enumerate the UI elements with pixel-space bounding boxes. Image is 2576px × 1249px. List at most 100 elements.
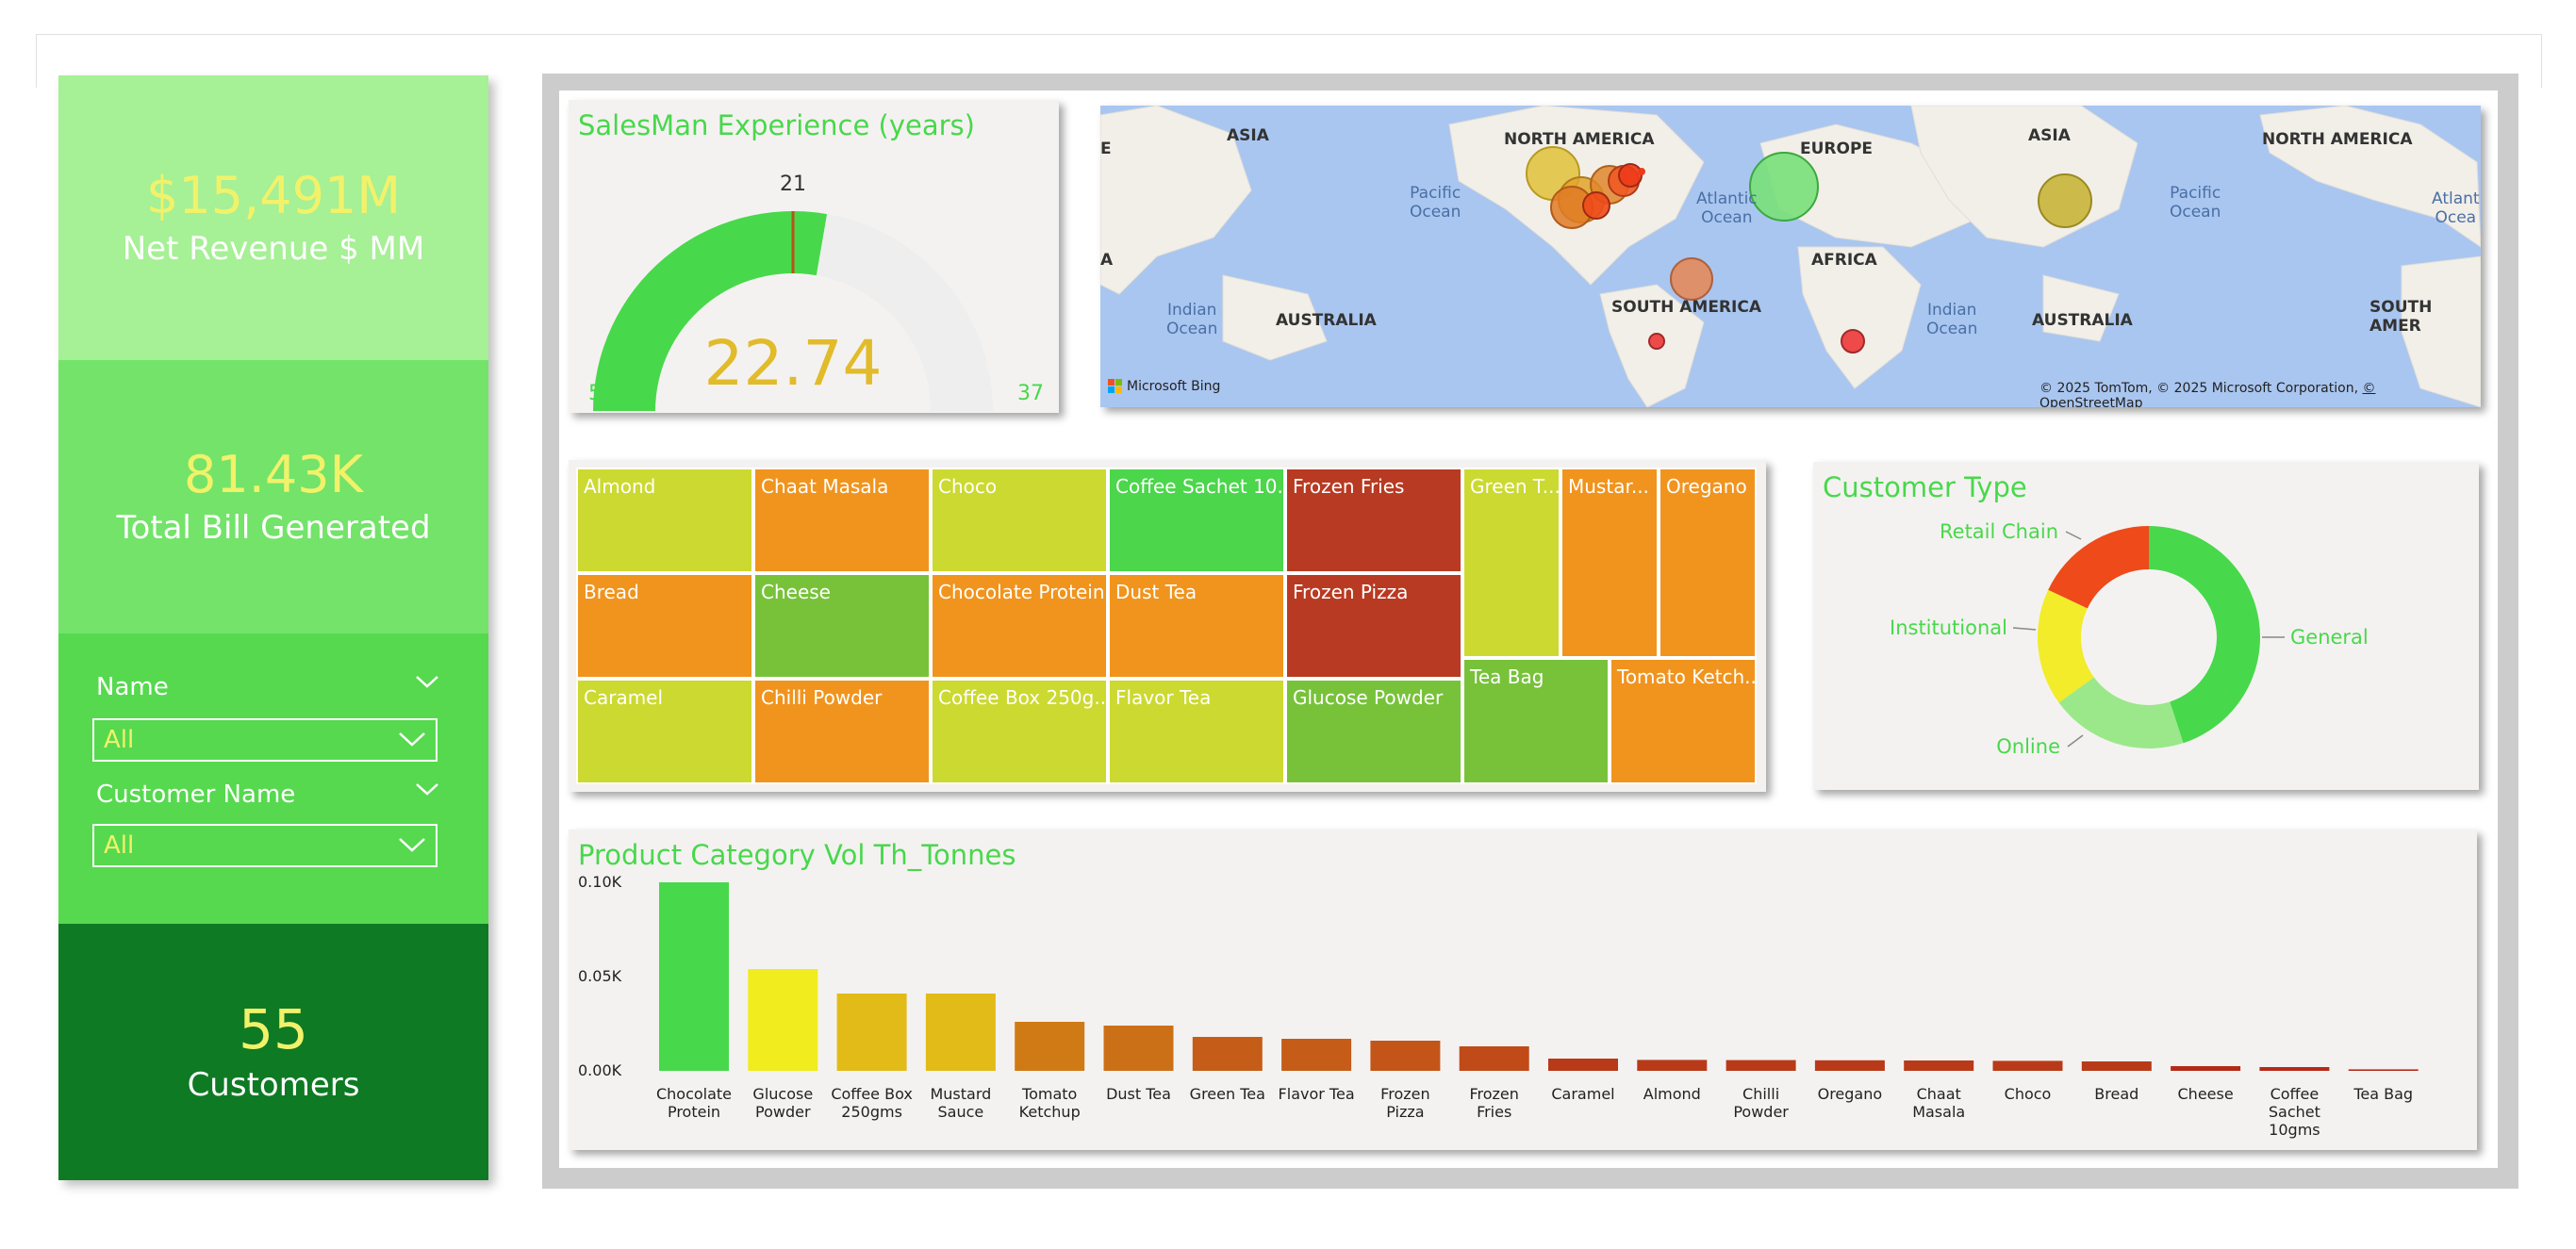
customers-label: Customers bbox=[187, 1065, 360, 1104]
x-tick-label: Frozen Fries bbox=[1469, 1085, 1518, 1121]
gauge-max: 37 bbox=[1017, 382, 1044, 405]
bar[interactable] bbox=[2081, 1061, 2152, 1071]
x-tick-label: Chocolate Protein bbox=[656, 1085, 732, 1121]
treemap-cell[interactable]: Chilli Powder bbox=[753, 679, 931, 784]
bar[interactable] bbox=[2171, 1066, 2241, 1071]
product-volume-chart: 0.00K 0.05K 0.10K Chocolate Protein Glucose Po… bbox=[578, 873, 2419, 1139]
treemap-cell[interactable]: Almond bbox=[576, 468, 753, 573]
map-copyright: © 2025 TomTom, © 2025 Microsoft Corporat… bbox=[2039, 381, 2481, 407]
bing-attribution: Microsoft Bing bbox=[1108, 379, 1220, 394]
continent-label: NORTH AMERICA bbox=[2262, 130, 2413, 149]
x-tick-label: Oregano bbox=[1818, 1085, 1883, 1103]
treemap-cell[interactable]: Glucose Powder bbox=[1285, 679, 1462, 784]
continent-label: SOUTH AMERICA bbox=[1611, 298, 1761, 317]
bar[interactable] bbox=[1726, 1060, 1796, 1071]
customer-type-tile[interactable]: Customer Type General Online Institutional… bbox=[1813, 462, 2479, 790]
treemap-cell[interactable]: Dust Tea bbox=[1108, 573, 1285, 679]
chevron-down-icon bbox=[398, 832, 426, 859]
gauge-tile[interactable]: SalesMan Experience (years) 21 22.74 5 3… bbox=[569, 100, 1059, 413]
x-tick-label: Frozen Pizza bbox=[1380, 1085, 1429, 1121]
name-dropdown-value: All bbox=[104, 726, 135, 754]
net-revenue-card: $15,491M Net Revenue $ MM bbox=[58, 75, 488, 360]
treemap-cell[interactable]: Chaat Masala bbox=[753, 468, 931, 573]
continent-label: E bbox=[1100, 140, 1112, 158]
continent-label: AUSTRALIA bbox=[2032, 311, 2133, 330]
continent-label: ASIA bbox=[2028, 126, 2071, 145]
treemap-cell[interactable]: Oregano bbox=[1659, 468, 1757, 658]
bar[interactable] bbox=[1281, 1039, 1352, 1071]
bar[interactable] bbox=[1548, 1059, 1618, 1071]
continent-label: A bbox=[1100, 251, 1114, 270]
bar[interactable] bbox=[1459, 1046, 1529, 1071]
bar[interactable] bbox=[1992, 1060, 2063, 1071]
treemap-cell[interactable]: Choco bbox=[931, 468, 1108, 573]
name-dropdown[interactable]: All bbox=[92, 718, 438, 762]
location-bubble bbox=[1638, 168, 1645, 175]
donut-slice-retail-chain[interactable] bbox=[2048, 526, 2149, 609]
x-tick-label: Cheese bbox=[2178, 1085, 2234, 1103]
treemap-cell[interactable]: Coffee Box 250g... bbox=[931, 679, 1108, 784]
world-map[interactable] bbox=[1100, 106, 2481, 407]
treemap-cell[interactable]: Flavor Tea bbox=[1108, 679, 1285, 784]
ocean-label: Indian Ocean bbox=[1166, 301, 1218, 338]
treemap-cell[interactable]: Frozen Fries bbox=[1285, 468, 1462, 573]
bar[interactable] bbox=[836, 994, 907, 1071]
customers-card: 55 Customers bbox=[58, 924, 488, 1180]
x-tick-label: Bread bbox=[2094, 1085, 2138, 1103]
y-tick-label: 0.05K bbox=[578, 967, 622, 985]
bar[interactable] bbox=[1814, 1060, 1885, 1071]
treemap-cell[interactable]: Frozen Pizza bbox=[1285, 573, 1462, 679]
y-tick-label: 0.10K bbox=[578, 873, 622, 891]
bar[interactable] bbox=[1192, 1037, 1263, 1071]
chevron-down-icon[interactable] bbox=[415, 779, 439, 802]
bar[interactable] bbox=[748, 969, 818, 1071]
customers-value: 55 bbox=[239, 997, 308, 1062]
treemap-cell[interactable]: Mustar... bbox=[1560, 468, 1659, 658]
gauge-chart: 21 22.74 5 37 bbox=[588, 173, 1044, 411]
x-tick-label: Caramel bbox=[1551, 1085, 1614, 1103]
continent-label: SOUTH AMER bbox=[2370, 298, 2433, 336]
location-bubble bbox=[1841, 329, 1865, 353]
bar[interactable] bbox=[2259, 1067, 2330, 1071]
donut-leader-line bbox=[2067, 734, 2084, 748]
name-slicer-title: Name bbox=[96, 673, 169, 701]
bing-brand: Microsoft Bing bbox=[1127, 379, 1221, 394]
treemap-cell[interactable]: Green T... bbox=[1462, 468, 1560, 658]
treemap-cell[interactable]: Coffee Sachet 10... bbox=[1108, 468, 1285, 573]
treemap-cell[interactable]: Chocolate Protein bbox=[931, 573, 1108, 679]
continent-label: NORTH AMERICA bbox=[1504, 130, 1655, 149]
customer-name-slicer-title: Customer Name bbox=[96, 781, 296, 809]
donut-label: Online bbox=[1996, 735, 2060, 758]
kpi-panel: $15,491M Net Revenue $ MM 81.43K Total B… bbox=[58, 75, 488, 1180]
x-tick-label: Almond bbox=[1643, 1085, 1701, 1103]
treemap-cell[interactable]: Tea Bag bbox=[1462, 658, 1610, 784]
bar[interactable] bbox=[1370, 1041, 1441, 1071]
x-tick-label: Flavor Tea bbox=[1279, 1085, 1355, 1103]
location-bubble bbox=[1749, 152, 1819, 222]
treemap-cell[interactable]: Tomato Ketch... bbox=[1610, 658, 1757, 784]
ocean-label: Atlantic Ocean bbox=[1696, 189, 1758, 227]
bar[interactable] bbox=[1103, 1026, 1174, 1071]
treemap-cell[interactable]: Bread bbox=[576, 573, 753, 679]
x-tick-label: Tea Bag bbox=[2353, 1085, 2413, 1103]
product-volume-tile[interactable]: Product Category Vol Th_Tonnes 0.00K 0.05… bbox=[569, 830, 2477, 1150]
bar[interactable] bbox=[1637, 1060, 1708, 1071]
continent-label: AUSTRALIA bbox=[1276, 311, 1377, 330]
customer-name-dropdown[interactable]: All bbox=[92, 824, 438, 867]
bar[interactable] bbox=[2348, 1069, 2419, 1071]
treemap-tile[interactable]: Almond Chaat Masala Choco Coffee Sachet 10.… bbox=[569, 460, 1766, 792]
treemap-cell[interactable]: Caramel bbox=[576, 679, 753, 784]
bar[interactable] bbox=[659, 882, 729, 1071]
treemap-cell[interactable]: Cheese bbox=[753, 573, 931, 679]
x-tick-label: Dust Tea bbox=[1106, 1085, 1171, 1103]
chevron-down-icon[interactable] bbox=[415, 671, 439, 695]
bar[interactable] bbox=[925, 994, 996, 1071]
x-tick-label: Coffee Box 250gms bbox=[831, 1085, 913, 1121]
donut-label: Retail Chain bbox=[1940, 520, 2058, 543]
location-bubble bbox=[1670, 257, 1713, 301]
bar[interactable] bbox=[1904, 1060, 1974, 1071]
map-tile[interactable]: ASIA NORTH AMERICA EUROPE ASIA NORTH AME… bbox=[1100, 106, 2481, 407]
bar[interactable] bbox=[1015, 1022, 1085, 1071]
landmass bbox=[2042, 274, 2120, 342]
x-tick-label: Chilli Powder bbox=[1733, 1085, 1789, 1121]
